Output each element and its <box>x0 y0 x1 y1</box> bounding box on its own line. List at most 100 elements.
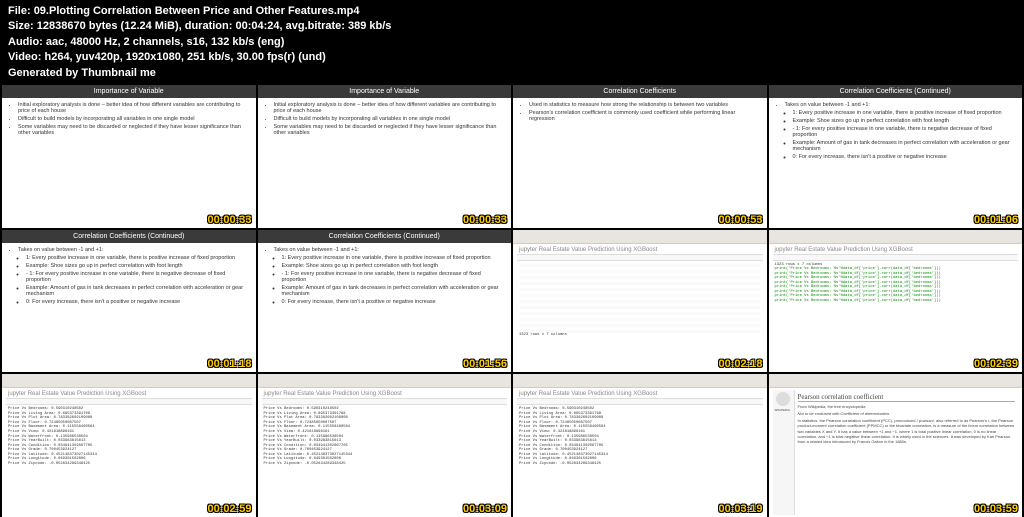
thumbnail-8: jupyter Real Estate Value Prediction Usi… <box>769 230 1023 373</box>
timestamp: 00:02:18 <box>718 358 762 370</box>
generated-by: Generated by Thumbnail me <box>8 66 1016 81</box>
duration-label: duration: <box>185 20 233 32</box>
jupyter-logo: jupyter <box>519 247 537 253</box>
code-cell: 1323 rows x 7 columns print('Price Vs Be… <box>773 261 1019 306</box>
bullet: Initial exploratory analysis is done – b… <box>18 102 248 114</box>
bullet: Takes on value between -1 and +1: <box>785 102 1015 108</box>
wiki-sidebar: WIKIPEDIA <box>773 390 795 515</box>
timestamp: 00:02:39 <box>974 358 1018 370</box>
sub-bullet: 1: Every positive increase in one variab… <box>793 110 1015 116</box>
thumbnail-grid: Importance of Variable Initial explorato… <box>0 85 1024 517</box>
thumbnail-1: Importance of Variable Initial explorato… <box>2 85 256 228</box>
sub-bullet: 0: For every increase, there isn't a pos… <box>26 299 248 305</box>
timestamp: 00:00:33 <box>463 214 507 226</box>
sub-bullet: Example: Shoe sizes go up in perfect cor… <box>282 263 504 269</box>
audio-label: Audio: <box>8 36 43 48</box>
thumbnail-2: Importance of Variable Initial explorato… <box>258 85 512 228</box>
browser-chrome <box>258 374 512 388</box>
timestamp: 00:01:18 <box>207 358 251 370</box>
bitrate-label: avg.bitrate: <box>286 20 345 32</box>
slide-title: Correlation Coefficients (Continued) <box>2 230 256 243</box>
browser-chrome <box>513 230 767 244</box>
file-label: File: <box>8 5 31 17</box>
video-label: Video: <box>8 51 41 63</box>
wikipedia-logo-icon <box>776 392 790 406</box>
timestamp: 00:03:09 <box>463 503 507 515</box>
bitrate-value: 389 kb/s <box>348 20 391 32</box>
bullet: Pearson's correlation coefficient is com… <box>529 110 759 122</box>
timestamp: 00:01:56 <box>463 358 507 370</box>
timestamp: 00:03:19 <box>718 503 762 515</box>
browser-chrome <box>2 374 256 388</box>
output-cell: Price Vs Bedrooms: 0.590310248502 Price … <box>517 405 763 468</box>
sub-bullet: - 1: For every positive increase in one … <box>282 271 504 283</box>
browser-chrome <box>769 374 1023 388</box>
slide-title: Correlation Coefficients <box>513 85 767 98</box>
thumbnail-11: jupyter Real Estate Value Prediction Usi… <box>513 374 767 517</box>
bullet: Initial exploratory analysis is done – b… <box>274 102 504 114</box>
bullet: Used in statistics to measure how strong… <box>529 102 759 108</box>
sub-bullet: Example: Shoe sizes go up in perfect cor… <box>26 263 248 269</box>
sub-bullet: Example: Amount of gas in tank decreases… <box>26 285 248 297</box>
bullet: Takes on value between -1 and +1: <box>274 247 504 253</box>
timestamp: 00:03:59 <box>974 503 1018 515</box>
timestamp: 00:02:59 <box>207 503 251 515</box>
wiki-redirect: Not to be confused with Coefficient of d… <box>798 411 1016 416</box>
notebook-title: Real Estate Value Prediction Using XGBoo… <box>794 247 913 253</box>
thumbnail-10: jupyter Real Estate Value Prediction Usi… <box>258 374 512 517</box>
duration-value: 00:04:24, <box>235 20 282 32</box>
thumbnail-9: jupyter Real Estate Value Prediction Usi… <box>2 374 256 517</box>
audio-value: aac, 48000 Hz, 2 channels, s16, 132 kb/s… <box>46 36 284 48</box>
output-cell: Price Vs Bedrooms: 0.590310248502 Price … <box>262 405 508 468</box>
slide-title: Importance of Variable <box>258 85 512 98</box>
bullet: Some variables may need to be discarded … <box>274 124 504 136</box>
jupyter-logo: jupyter <box>8 391 26 397</box>
slide-title: Correlation Coefficients (Continued) <box>769 85 1023 98</box>
output-cell: Price Vs Bedrooms: 0.590310248502 Price … <box>6 405 252 468</box>
browser-chrome <box>513 374 767 388</box>
notebook-title: Real Estate Value Prediction Using XGBoo… <box>539 247 658 253</box>
sub-bullet: Example: Amount of gas in tank decreases… <box>793 140 1015 152</box>
size-label: Size: <box>8 20 34 32</box>
bullet: Difficult to build models by incorporati… <box>18 116 248 122</box>
bullet: Takes on value between -1 and +1: <box>18 247 248 253</box>
sub-bullet: Example: Amount of gas in tank decreases… <box>282 285 504 297</box>
notebook-title: Real Estate Value Prediction Using XGBoo… <box>283 391 402 397</box>
file-value: 09.Plotting Correlation Between Price an… <box>34 5 360 17</box>
sub-bullet: - 1: For every positive increase in one … <box>26 271 248 283</box>
jupyter-logo: jupyter <box>264 391 282 397</box>
video-value: h264, yuv420p, 1920x1080, 251 kb/s, 30.0… <box>44 51 325 63</box>
sub-bullet: - 1: For every positive increase in one … <box>793 126 1015 138</box>
bullet: Difficult to build models by incorporati… <box>274 116 504 122</box>
dataframe-output: 1323 rows x 7 columns <box>517 261 763 340</box>
wiki-article-title: Pearson correlation coefficient <box>798 393 1016 402</box>
thumbnail-3: Correlation Coefficients Used in statist… <box>513 85 767 228</box>
thumbnail-4: Correlation Coefficients (Continued) Tak… <box>769 85 1023 228</box>
metadata-header: File: 09.Plotting Correlation Between Pr… <box>0 0 1024 85</box>
timestamp: 00:00:33 <box>207 214 251 226</box>
timestamp: 00:00:53 <box>718 214 762 226</box>
slide-title: Importance of Variable <box>2 85 256 98</box>
browser-chrome <box>769 230 1023 244</box>
sub-bullet: Example: Shoe sizes go up in perfect cor… <box>793 118 1015 124</box>
thumbnail-12: WIKIPEDIA Pearson correlation coefficien… <box>769 374 1023 517</box>
sub-bullet: 0: For every increase, there isn't a pos… <box>282 299 504 305</box>
wiki-subtitle: From Wikipedia, the free encyclopedia <box>798 404 1016 409</box>
size-value: 12838670 bytes (12.24 MiB), <box>37 20 182 32</box>
bullet: Some variables may need to be discarded … <box>18 124 248 136</box>
timestamp: 00:01:06 <box>974 214 1018 226</box>
sub-bullet: 1: Every positive increase in one variab… <box>282 255 504 261</box>
wiki-brand: WIKIPEDIA <box>775 408 792 412</box>
thumbnail-7: jupyter Real Estate Value Prediction Usi… <box>513 230 767 373</box>
notebook-title: Real Estate Value Prediction Using XGBoo… <box>539 391 658 397</box>
jupyter-logo: jupyter <box>519 391 537 397</box>
sub-bullet: 1: Every positive increase in one variab… <box>26 255 248 261</box>
sub-bullet: 0: For every increase, there isn't a pos… <box>793 154 1015 160</box>
notebook-title: Real Estate Value Prediction Using XGBoo… <box>28 391 147 397</box>
wiki-paragraph: In statistics, the Pearson correlation c… <box>798 418 1016 444</box>
slide-title: Correlation Coefficients (Continued) <box>258 230 512 243</box>
thumbnail-5: Correlation Coefficients (Continued) Tak… <box>2 230 256 373</box>
jupyter-logo: jupyter <box>775 247 793 253</box>
row-count: 1323 rows x 7 columns <box>519 333 761 338</box>
thumbnail-6: Correlation Coefficients (Continued) Tak… <box>258 230 512 373</box>
